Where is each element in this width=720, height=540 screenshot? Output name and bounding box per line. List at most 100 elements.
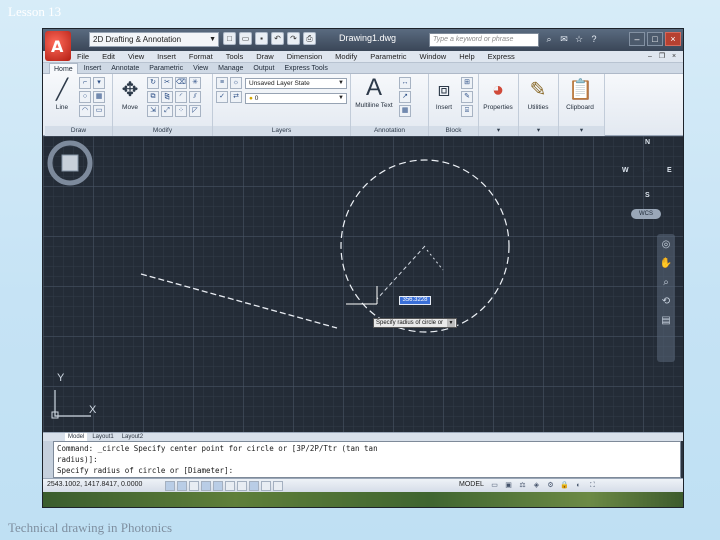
showmotion-icon[interactable]: ▤ xyxy=(661,315,670,327)
doc-close-button[interactable]: × xyxy=(669,52,679,61)
line-button[interactable]: ╱ Line xyxy=(47,78,77,111)
menu-draw[interactable]: Draw xyxy=(256,51,274,63)
insert-block-button[interactable]: ⧈ Insert xyxy=(429,78,459,111)
viewcube-north-label[interactable]: N xyxy=(645,139,650,146)
quick-properties-toggle[interactable] xyxy=(273,481,283,491)
communication-center-icon[interactable]: ✉ xyxy=(558,33,570,46)
copy-icon[interactable]: ⧉ xyxy=(147,91,159,103)
search-icon[interactable]: ⌕ xyxy=(543,33,555,46)
orbit-icon[interactable]: ⟲ xyxy=(662,296,670,308)
viewcube-south-label[interactable]: S xyxy=(645,192,650,199)
save-icon[interactable]: ▪ xyxy=(255,32,268,45)
plot-icon[interactable]: ⎙ xyxy=(303,32,316,45)
utilities-button[interactable]: ✎ Utilities xyxy=(523,78,553,111)
model-space-button[interactable]: MODEL xyxy=(459,481,484,488)
make-current-icon[interactable]: ✓ xyxy=(216,91,228,103)
undo-icon[interactable]: ↶ xyxy=(271,32,284,45)
workspace-select[interactable]: 2D Drafting & Annotation ▼ xyxy=(89,32,219,47)
draw-panel-title[interactable]: Draw xyxy=(45,126,112,136)
multiline-text-button[interactable]: A Multiline Text xyxy=(353,76,395,110)
viewcube-west-label[interactable]: W xyxy=(622,167,629,174)
explode-icon[interactable]: ✳ xyxy=(189,77,201,89)
application-menu-button[interactable]: A xyxy=(45,31,71,61)
utilities-panel-title[interactable]: ▾ xyxy=(519,126,558,136)
menu-tools[interactable]: Tools xyxy=(226,51,244,63)
annotation-panel-title[interactable]: Annotation xyxy=(351,126,428,136)
fillet-icon[interactable]: ◜ xyxy=(175,91,187,103)
trim-icon[interactable]: ✂ xyxy=(161,77,173,89)
menu-parametric[interactable]: Parametric xyxy=(370,51,406,63)
rotate-icon[interactable]: ↻ xyxy=(147,77,159,89)
workspace-switching-icon[interactable]: ⚙ xyxy=(545,481,556,491)
open-folder-icon[interactable]: ▭ xyxy=(239,32,252,45)
viewcube-east-label[interactable]: E xyxy=(667,167,672,174)
ortho-toggle[interactable] xyxy=(189,481,199,491)
scale-icon[interactable]: ⤢ xyxy=(161,105,173,117)
table-icon[interactable]: ▦ xyxy=(399,105,411,117)
menu-edit[interactable]: Edit xyxy=(102,51,115,63)
viewcube[interactable] xyxy=(43,136,97,190)
menu-file[interactable]: File xyxy=(77,51,89,63)
dimension-icon[interactable]: ↔ xyxy=(399,77,411,89)
properties-panel-title[interactable]: ▾ xyxy=(479,126,518,136)
otrack-toggle[interactable] xyxy=(225,481,235,491)
menu-window[interactable]: Window xyxy=(420,51,447,63)
erase-icon[interactable]: ⌫ xyxy=(175,77,187,89)
hatch-icon[interactable]: ▦ xyxy=(93,91,105,103)
match-layer-icon[interactable]: ⇄ xyxy=(230,91,242,103)
menu-insert[interactable]: Insert xyxy=(157,51,176,63)
options-dropdown-icon[interactable]: ▼ xyxy=(447,319,455,327)
search-input[interactable]: Type a keyword or phrase xyxy=(429,33,539,47)
polyline-icon[interactable]: ⌐ xyxy=(79,77,91,89)
new-file-icon[interactable]: □ xyxy=(223,32,236,45)
menu-modify[interactable]: Modify xyxy=(335,51,357,63)
tab-insert[interactable]: Insert xyxy=(80,63,106,74)
block-attribute-icon[interactable]: ⌸ xyxy=(461,105,473,117)
create-block-icon[interactable]: ⊞ xyxy=(461,77,473,89)
array-icon[interactable]: ⁘ xyxy=(175,105,187,117)
ducs-toggle[interactable] xyxy=(237,481,247,491)
clipboard-button[interactable]: 📋 Clipboard xyxy=(565,78,595,111)
edit-block-icon[interactable]: ✎ xyxy=(461,91,473,103)
redo-icon[interactable]: ↷ xyxy=(287,32,300,45)
help-icon[interactable]: ? xyxy=(588,33,600,46)
maximize-button[interactable]: □ xyxy=(647,32,663,46)
command-line[interactable]: Command: _circle Specify center point fo… xyxy=(53,441,681,478)
tab-parametric[interactable]: Parametric xyxy=(145,63,187,74)
wcs-menu[interactable]: WCS xyxy=(631,209,661,219)
layer-properties-icon[interactable]: ≡ xyxy=(216,77,228,89)
properties-button[interactable]: ◕ Properties xyxy=(483,78,513,111)
annotation-visibility-icon[interactable]: ◈ xyxy=(531,481,542,491)
menu-help[interactable]: Help xyxy=(459,51,474,63)
lock-icon[interactable]: 🔒 xyxy=(559,481,570,491)
steering-wheel-icon[interactable]: ◎ xyxy=(662,239,671,251)
block-panel-title[interactable]: Block xyxy=(429,126,478,136)
tab-annotate[interactable]: Annotate xyxy=(107,63,143,74)
quick-view-layouts-icon[interactable]: ▭ xyxy=(489,481,500,491)
zoom-extents-icon[interactable]: ⌕ xyxy=(663,277,669,289)
circle-icon[interactable]: ○ xyxy=(79,91,91,103)
lineweight-toggle[interactable] xyxy=(261,481,271,491)
quick-view-drawings-icon[interactable]: ▣ xyxy=(503,481,514,491)
mirror-icon[interactable]: ⧎ xyxy=(161,91,173,103)
drawing-canvas[interactable]: Y X N S E W TOP WCS ◎ ✋ ⌕ ⟲ ▤ 356.3228 S… xyxy=(43,136,683,432)
clipboard-panel-title[interactable]: ▾ xyxy=(559,126,604,136)
doc-minimize-button[interactable]: – xyxy=(645,52,655,61)
layer-select[interactable]: ● 0 ▼ xyxy=(245,93,347,104)
annotation-scale-icon[interactable]: ⚖ xyxy=(517,481,528,491)
menu-express[interactable]: Express xyxy=(488,51,515,63)
tab-output[interactable]: Output xyxy=(249,63,278,74)
cursor-coordinates[interactable]: 2543.1002, 1417.8417, 0.0000 xyxy=(47,481,142,488)
chamfer-icon[interactable]: ◸ xyxy=(189,105,201,117)
offset-icon[interactable]: ⫽ xyxy=(189,91,201,103)
layer-state-select[interactable]: Unsaved Layer State ▼ xyxy=(245,78,347,89)
tab-home[interactable]: Home xyxy=(49,63,78,74)
command-line-grip[interactable] xyxy=(43,441,53,478)
draw-dropdown-icon[interactable]: ▾ xyxy=(93,77,105,89)
dynamic-input-field[interactable]: 356.3228 xyxy=(399,296,431,305)
leader-icon[interactable]: ↗ xyxy=(399,91,411,103)
tab-manage[interactable]: Manage xyxy=(214,63,247,74)
tab-view[interactable]: View xyxy=(189,63,212,74)
arc-icon[interactable]: ◠ xyxy=(79,105,91,117)
pan-icon[interactable]: ✋ xyxy=(660,258,672,270)
